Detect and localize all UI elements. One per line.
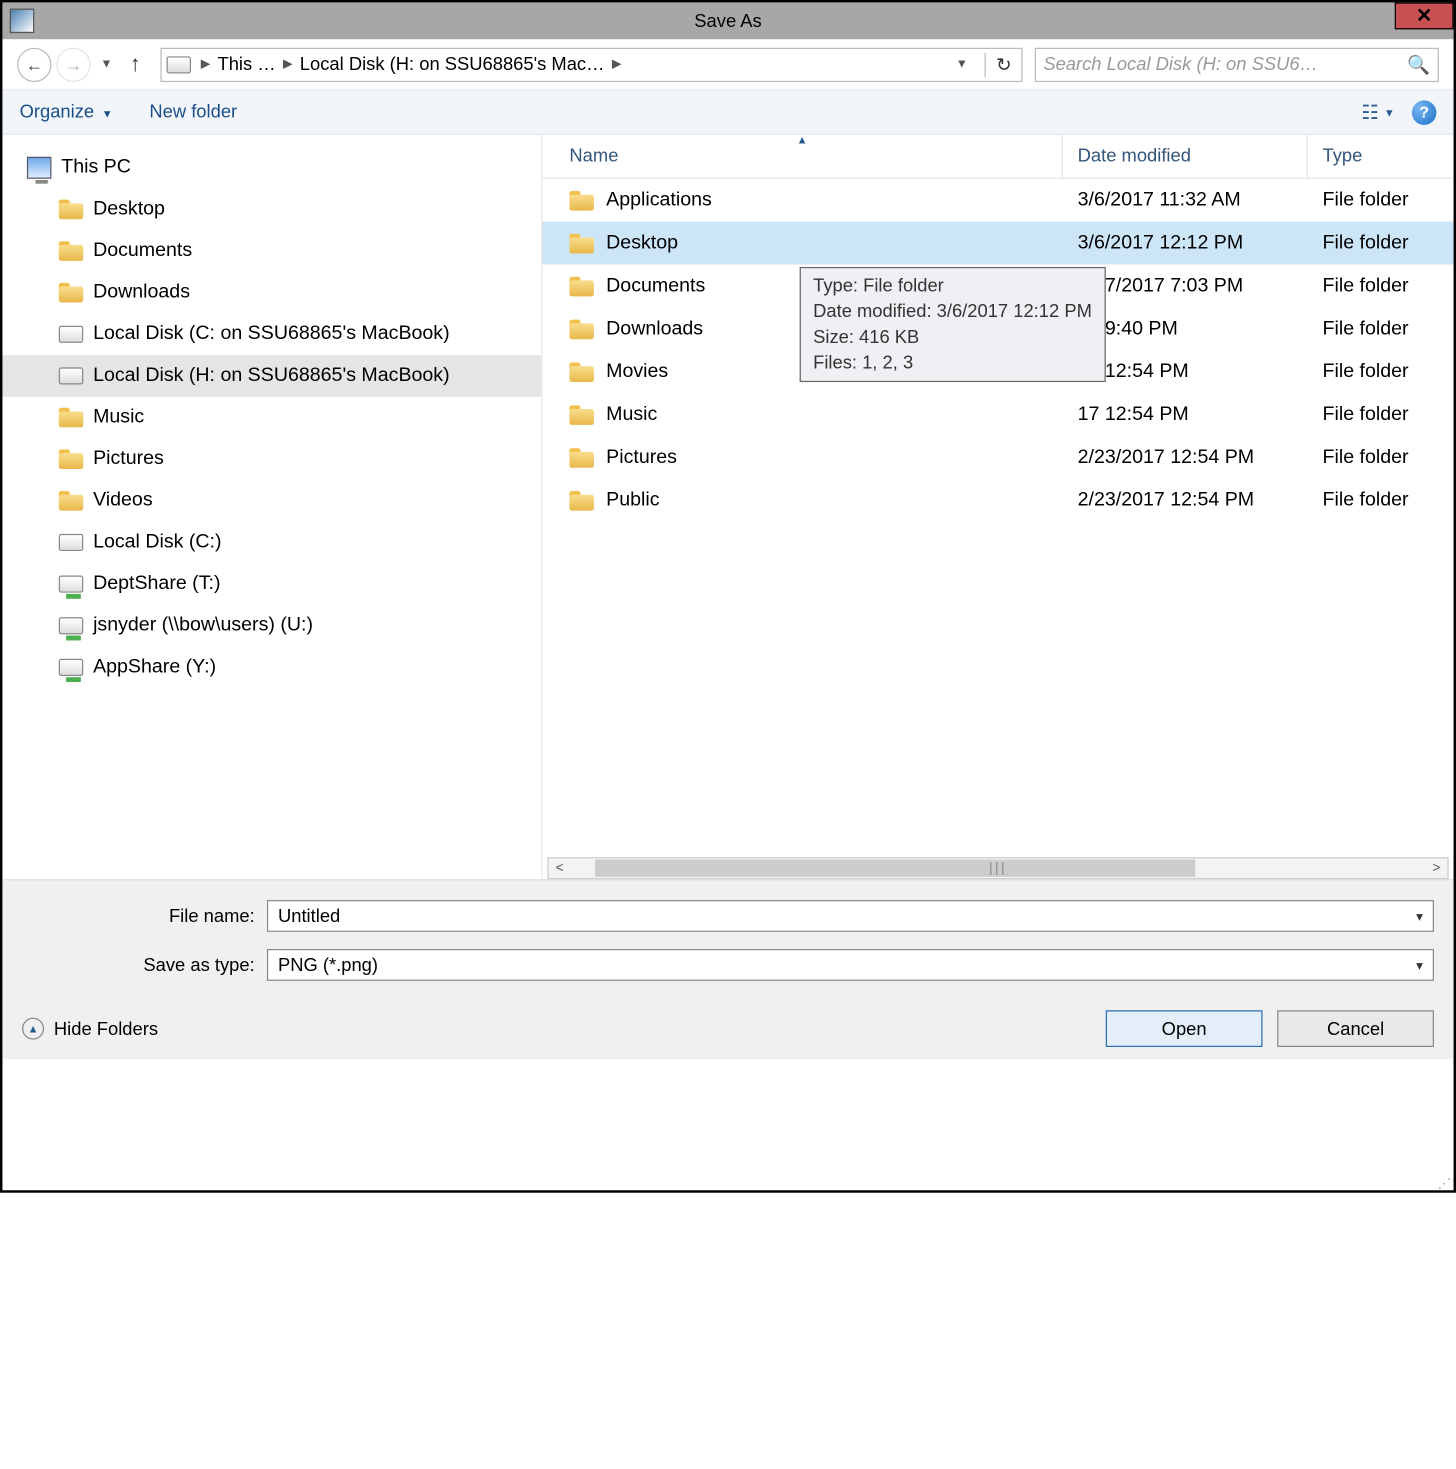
tree-item[interactable]: Local Disk (C:)	[2, 522, 541, 564]
breadcrumb-seg-0[interactable]: This …	[217, 54, 275, 75]
tree-root-this-pc[interactable]: This PC	[2, 147, 541, 189]
search-placeholder: Search Local Disk (H: on SSU6…	[1043, 54, 1318, 75]
help-icon[interactable]: ?	[1412, 100, 1436, 124]
chevron-down-icon[interactable]: ▾	[1416, 908, 1423, 924]
file-row[interactable]: Desktop3/6/2017 12:12 PMFile folder	[542, 222, 1453, 265]
tree-item[interactable]: Documents	[2, 230, 541, 272]
tree-item-icon	[59, 490, 83, 512]
column-date[interactable]: Date modified	[1063, 135, 1308, 178]
horizontal-scrollbar[interactable]: < ||| >	[547, 857, 1448, 879]
cancel-button[interactable]: Cancel	[1277, 1010, 1434, 1047]
tree-item-icon	[59, 282, 83, 304]
file-row[interactable]: Pictures2/23/2017 12:54 PMFile folder	[542, 436, 1453, 479]
address-dropdown[interactable]: ▼	[948, 58, 975, 71]
bottom-panel: File name: Untitled ▾ Save as type: PNG …	[2, 879, 1453, 1059]
pc-icon	[27, 157, 51, 179]
nav-tree: This PC DesktopDocumentsDownloadsLocal D…	[2, 135, 541, 880]
dialog-body: This PC DesktopDocumentsDownloadsLocal D…	[2, 135, 1453, 880]
breadcrumb-seg-1[interactable]: Local Disk (H: on SSU68865's Mac…	[300, 54, 605, 75]
scrollbar-grip-icon: |||	[989, 861, 1007, 876]
folder-icon	[569, 190, 593, 210]
new-folder-button[interactable]: New folder	[149, 102, 237, 123]
tree-item[interactable]: Music	[2, 397, 541, 439]
tree-item[interactable]: Pictures	[2, 438, 541, 480]
tree-item[interactable]: Videos	[2, 480, 541, 522]
tree-item-icon	[59, 448, 83, 470]
tree-item-icon	[59, 656, 83, 678]
tree-item[interactable]: DeptShare (T:)	[2, 563, 541, 605]
folder-icon	[569, 362, 593, 382]
collapse-icon: ▲	[22, 1018, 44, 1040]
save-as-dialog: Save As ✕ ← → ▼ ↑ ▶ This … ▶ Local Disk …	[0, 0, 1456, 1193]
scroll-right-icon[interactable]: >	[1425, 861, 1447, 876]
folder-icon	[569, 233, 593, 253]
tree-item-icon	[59, 323, 83, 345]
titlebar[interactable]: Save As ✕	[2, 2, 1453, 39]
file-list: ▲ Name Date modified Type Applications3/…	[541, 135, 1453, 880]
column-name[interactable]: ▲ Name	[542, 135, 1062, 178]
hide-folders-toggle[interactable]: ▲ Hide Folders	[22, 1018, 158, 1040]
close-button[interactable]: ✕	[1395, 2, 1454, 29]
tree-item[interactable]: Local Disk (H: on SSU68865's MacBook)	[2, 355, 541, 397]
folder-icon	[569, 490, 593, 510]
separator	[985, 52, 986, 76]
search-icon: 🔍	[1407, 53, 1430, 75]
disk-icon	[166, 56, 190, 73]
history-dropdown[interactable]: ▼	[96, 58, 118, 71]
tree-item[interactable]: Desktop	[2, 189, 541, 231]
nav-bar: ← → ▼ ↑ ▶ This … ▶ Local Disk (H: on SSU…	[2, 39, 1453, 90]
refresh-icon[interactable]: ↻	[996, 53, 1016, 75]
scrollbar-thumb[interactable]	[595, 860, 1195, 877]
chevron-down-icon[interactable]: ▾	[1416, 957, 1423, 973]
tree-item[interactable]: Local Disk (C: on SSU68865's MacBook)	[2, 313, 541, 355]
tree-item-icon	[59, 198, 83, 220]
tree-item-icon	[59, 407, 83, 429]
folder-icon	[569, 405, 593, 425]
chevron-down-icon: ▼	[102, 108, 113, 120]
file-row[interactable]: Music17 12:54 PMFile folder	[542, 393, 1453, 436]
saveastype-label: Save as type:	[22, 955, 267, 976]
organize-menu[interactable]: Organize ▼	[20, 102, 113, 123]
crumb-sep-icon: ▶	[609, 58, 623, 71]
tree-item-icon	[59, 573, 83, 595]
tree-item[interactable]: Downloads	[2, 272, 541, 314]
tree-item[interactable]: jsnyder (\\bow\users) (U:)	[2, 605, 541, 647]
window-title: Save As	[2, 10, 1453, 31]
file-row[interactable]: Applications3/6/2017 11:32 AMFile folder	[542, 179, 1453, 222]
back-button[interactable]: ←	[17, 47, 51, 81]
tree-item[interactable]: AppShare (Y:)	[2, 647, 541, 689]
tree-item-icon	[59, 365, 83, 387]
tree-item-icon	[59, 615, 83, 637]
forward-button[interactable]: →	[56, 47, 90, 81]
column-headers: ▲ Name Date modified Type	[542, 135, 1453, 179]
open-button[interactable]: Open	[1106, 1010, 1263, 1047]
crumb-sep-icon: ▶	[198, 58, 212, 71]
saveastype-select[interactable]: PNG (*.png) ▾	[267, 949, 1434, 981]
tree-item-icon	[59, 531, 83, 553]
file-row[interactable]: Public2/23/2017 12:54 PMFile folder	[542, 479, 1453, 522]
toolbar: Organize ▼ New folder ☷ ▼ ?	[2, 91, 1453, 135]
address-bar[interactable]: ▶ This … ▶ Local Disk (H: on SSU68865's …	[160, 47, 1022, 81]
folder-icon	[569, 276, 593, 296]
filename-input[interactable]: Untitled ▾	[267, 900, 1434, 932]
view-options[interactable]: ☷ ▼	[1361, 100, 1394, 124]
resize-grip-icon[interactable]: ⋰	[1438, 1182, 1451, 1188]
up-button[interactable]: ↑	[122, 51, 148, 77]
column-type[interactable]: Type	[1308, 135, 1363, 178]
search-input[interactable]: Search Local Disk (H: on SSU6… 🔍	[1035, 47, 1439, 81]
scroll-left-icon[interactable]: <	[549, 861, 571, 876]
tree-item-icon	[59, 240, 83, 262]
sort-asc-icon: ▲	[797, 133, 808, 145]
folder-icon	[569, 319, 593, 339]
folder-icon	[569, 448, 593, 468]
filename-label: File name:	[22, 906, 267, 927]
item-tooltip: Type: File folder Date modified: 3/6/201…	[800, 267, 1106, 382]
crumb-sep-icon: ▶	[281, 58, 295, 71]
